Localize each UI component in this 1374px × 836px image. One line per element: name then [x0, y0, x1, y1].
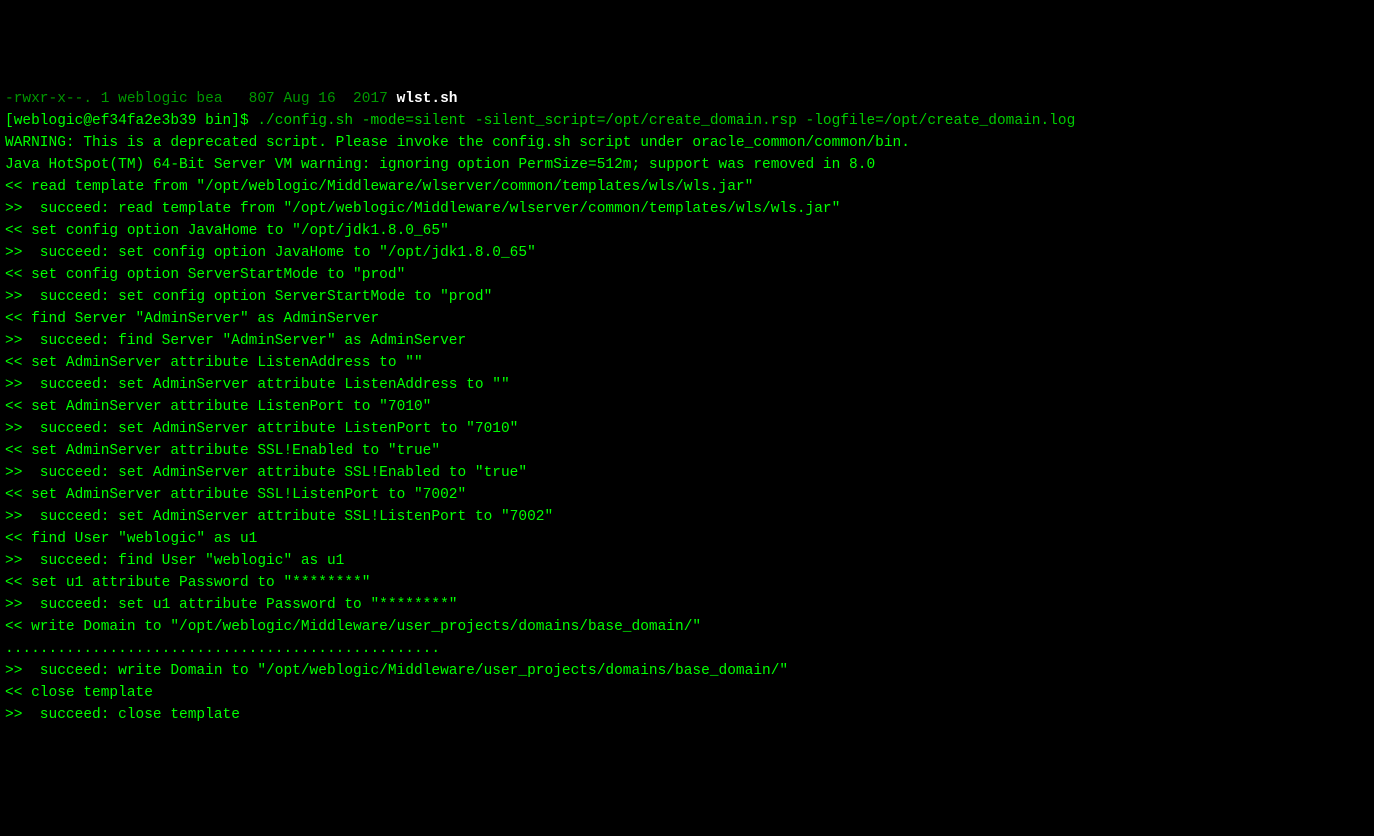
shell-prompt: [weblogic@ef34fa2e3b39 bin]$: [5, 113, 257, 129]
output-line: WARNING: This is a deprecated script. Pl…: [5, 132, 1369, 154]
output-line: << set AdminServer attribute SSL!ListenP…: [5, 484, 1369, 506]
output-line: << set u1 attribute Password to "*******…: [5, 572, 1369, 594]
command-line: [weblogic@ef34fa2e3b39 bin]$ ./config.sh…: [5, 110, 1369, 132]
output-line: >> succeed: find Server "AdminServer" as…: [5, 330, 1369, 352]
output-line: << close template: [5, 682, 1369, 704]
terminal-output[interactable]: -rwxr-x--. 1 weblogic bea 807 Aug 16 201…: [0, 88, 1374, 726]
output-line: >> succeed: set config option ServerStar…: [5, 286, 1369, 308]
output-line: Java HotSpot(TM) 64-Bit Server VM warnin…: [5, 154, 1369, 176]
output-line: << find Server "AdminServer" as AdminSer…: [5, 308, 1369, 330]
output-line: ........................................…: [5, 638, 1369, 660]
ls-output-line: -rwxr-x--. 1 weblogic bea 807 Aug 16 201…: [5, 88, 1369, 110]
output-line: >> succeed: set u1 attribute Password to…: [5, 594, 1369, 616]
output-line: << find User "weblogic" as u1: [5, 528, 1369, 550]
entered-command: ./config.sh -mode=silent -silent_script=…: [257, 113, 1075, 129]
output-line: << read template from "/opt/weblogic/Mid…: [5, 176, 1369, 198]
output-line: >> succeed: set AdminServer attribute SS…: [5, 462, 1369, 484]
output-line: << set AdminServer attribute ListenAddre…: [5, 352, 1369, 374]
output-line: >> succeed: set AdminServer attribute SS…: [5, 506, 1369, 528]
output-line: << set config option ServerStartMode to …: [5, 264, 1369, 286]
output-line: << set AdminServer attribute SSL!Enabled…: [5, 440, 1369, 462]
output-line: >> succeed: set config option JavaHome t…: [5, 242, 1369, 264]
output-line: << set AdminServer attribute ListenPort …: [5, 396, 1369, 418]
ls-filename: wlst.sh: [397, 91, 458, 107]
output-line: >> succeed: find User "weblogic" as u1: [5, 550, 1369, 572]
output-line: >> succeed: write Domain to "/opt/weblog…: [5, 660, 1369, 682]
ls-permissions: -rwxr-x--. 1 weblogic bea 807 Aug 16 201…: [5, 91, 397, 107]
output-line: >> succeed: close template: [5, 704, 1369, 726]
output-line: >> succeed: set AdminServer attribute Li…: [5, 374, 1369, 396]
output-line: >> succeed: set AdminServer attribute Li…: [5, 418, 1369, 440]
output-line: << set config option JavaHome to "/opt/j…: [5, 220, 1369, 242]
output-line: << write Domain to "/opt/weblogic/Middle…: [5, 616, 1369, 638]
output-line: >> succeed: read template from "/opt/web…: [5, 198, 1369, 220]
